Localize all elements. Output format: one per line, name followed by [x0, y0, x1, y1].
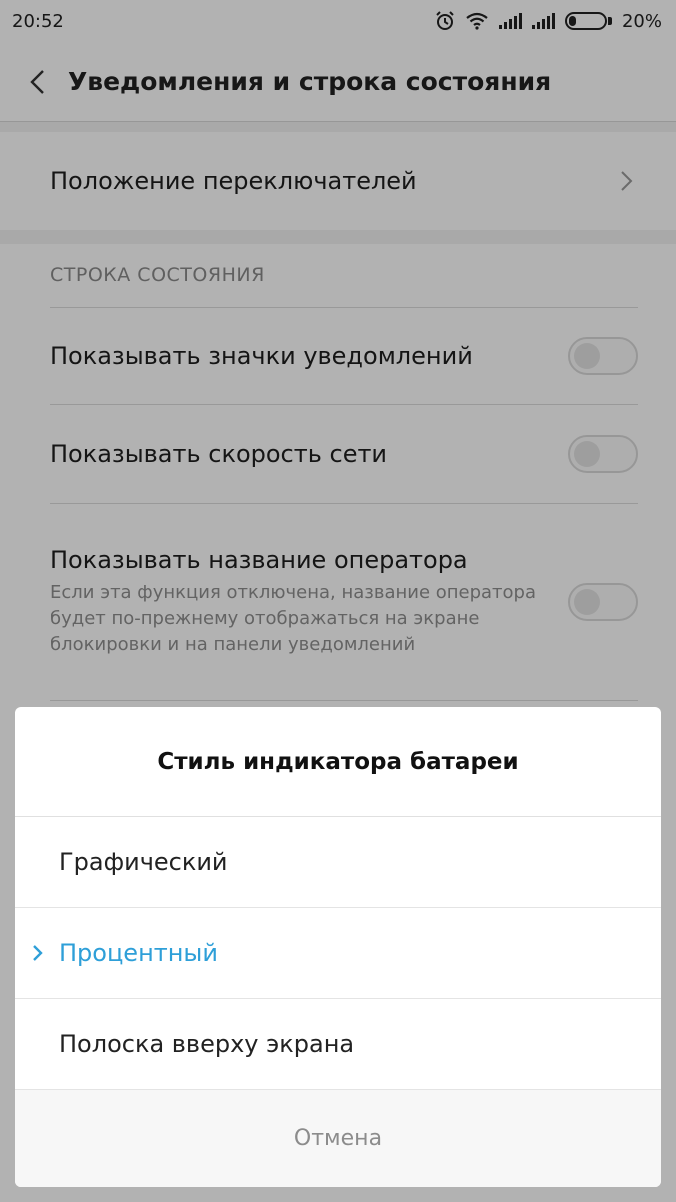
option-label: Процентный — [59, 939, 218, 967]
option-label: Полоска вверху экрана — [59, 1030, 355, 1058]
battery-style-dialog: Стиль индикатора батареи Графический Про… — [15, 707, 661, 1187]
selected-chevron-icon — [33, 945, 43, 961]
dialog-title: Стиль индикатора батареи — [15, 707, 661, 817]
option-label: Графический — [59, 848, 228, 876]
option-graphic[interactable]: Графический — [15, 817, 661, 908]
option-top-bar[interactable]: Полоска вверху экрана — [15, 999, 661, 1090]
option-percent[interactable]: Процентный — [15, 908, 661, 999]
cancel-button[interactable]: Отмена — [15, 1090, 661, 1187]
